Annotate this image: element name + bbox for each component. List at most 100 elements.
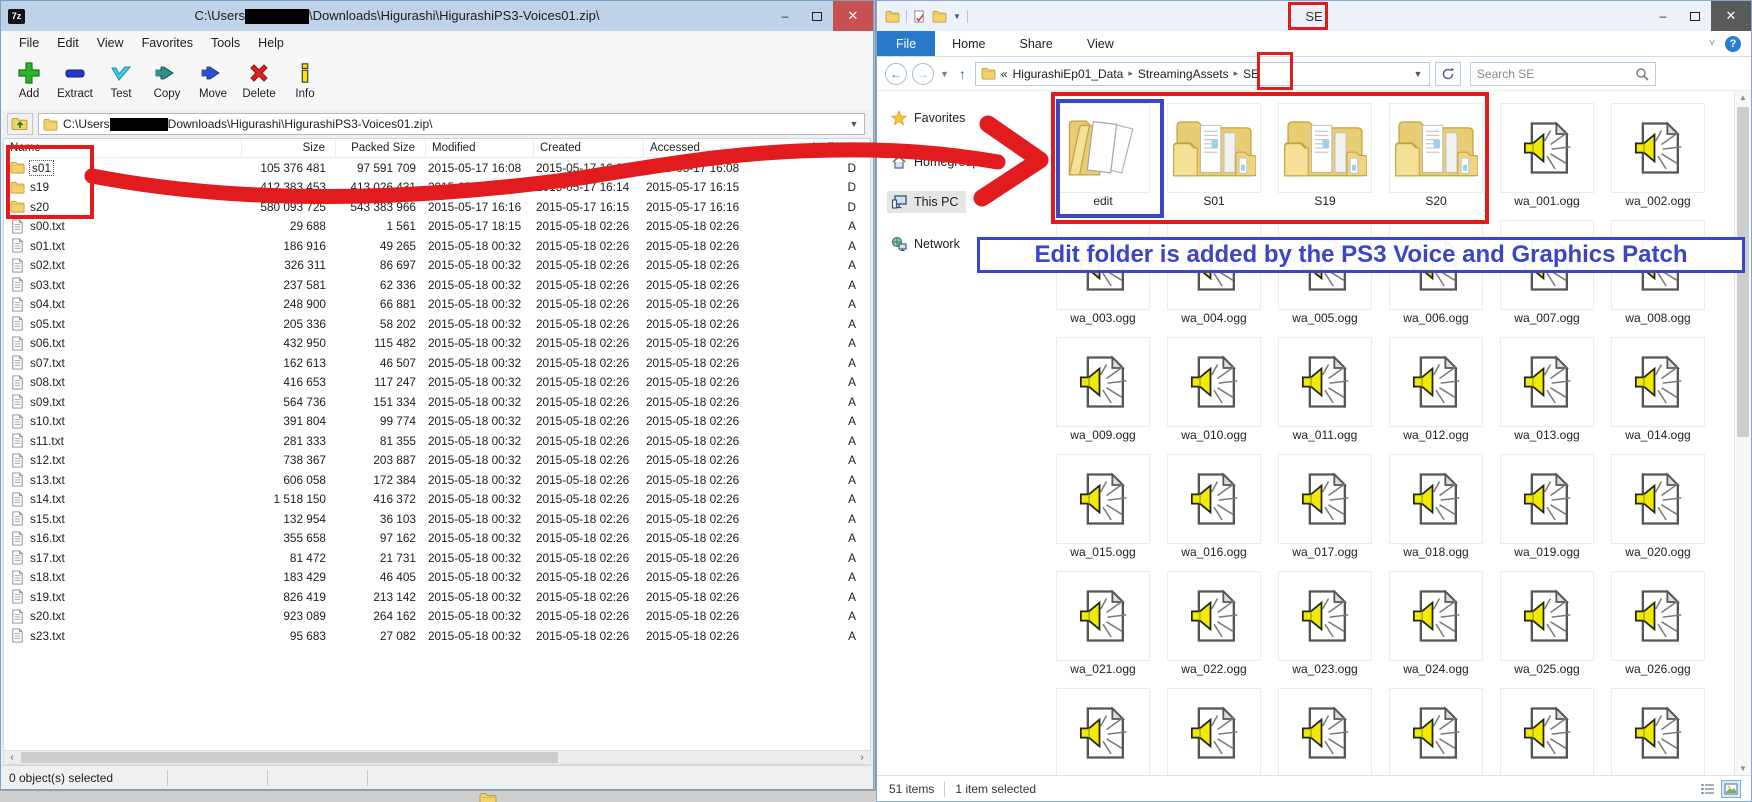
file-tile-wa_001.ogg[interactable]: wa_001.ogg	[1500, 103, 1594, 207]
file-tile-wa_003.ogg[interactable]: wa_003.ogg	[1056, 220, 1150, 324]
table-row[interactable]: s16.txt 355 658 97 162 2015-05-18 00:32 …	[4, 529, 870, 549]
file-tile-wa_015.ogg[interactable]: wa_015.ogg	[1056, 454, 1150, 558]
table-row[interactable]: s18.txt 183 429 46 405 2015-05-18 00:32 …	[4, 568, 870, 588]
file-tile-partial[interactable]	[1389, 688, 1483, 775]
folder-tile-S19[interactable]: S19	[1278, 103, 1372, 207]
table-row[interactable]: s07.txt 162 613 46 507 2015-05-18 00:32 …	[4, 353, 870, 373]
column-header-modified[interactable]: Modified	[426, 139, 534, 157]
column-header-attributes[interactable]: Attributes	[754, 139, 870, 157]
close-button[interactable]: ✕	[1711, 1, 1751, 31]
sidebar-item-homegroup[interactable]: Homegroup	[887, 151, 987, 173]
table-row[interactable]: s02.txt 326 311 86 697 2015-05-18 00:32 …	[4, 256, 870, 276]
table-row[interactable]: s23.txt 95 683 27 082 2015-05-18 00:32 2…	[4, 626, 870, 646]
menu-file[interactable]: File	[11, 33, 47, 53]
table-row[interactable]: s01 105 376 481 97 591 709 2015-05-17 16…	[4, 158, 870, 178]
tab-share[interactable]: Share	[1003, 31, 1070, 56]
file-tile-wa_021.ogg[interactable]: wa_021.ogg	[1056, 571, 1150, 675]
folder-tile-S01[interactable]: S01	[1167, 103, 1261, 207]
file-tile-wa_010.ogg[interactable]: wa_010.ogg	[1167, 337, 1261, 441]
column-header-packed-size[interactable]: Packed Size	[336, 139, 426, 157]
search-input[interactable]	[1477, 67, 1635, 81]
file-tile-wa_022.ogg[interactable]: wa_022.ogg	[1167, 571, 1261, 675]
table-row[interactable]: s19 412 383 453 413 026 431 2015-05-17 1…	[4, 178, 870, 198]
details-view-button[interactable]	[1698, 780, 1718, 798]
properties-icon[interactable]	[913, 10, 926, 23]
file-tile-wa_018.ogg[interactable]: wa_018.ogg	[1389, 454, 1483, 558]
sidebar-item-favorites[interactable]: Favorites	[887, 107, 973, 129]
tab-home[interactable]: Home	[935, 31, 1002, 56]
forward-button[interactable]: →	[912, 63, 934, 85]
scroll-right-icon[interactable]: ›	[854, 751, 870, 764]
chevron-down-icon[interactable]: ▼	[953, 12, 961, 21]
table-row[interactable]: s13.txt 606 058 172 384 2015-05-18 00:32…	[4, 470, 870, 490]
file-tile-wa_012.ogg[interactable]: wa_012.ogg	[1389, 337, 1483, 441]
horizontal-scrollbar[interactable]: ‹ ›	[3, 750, 871, 765]
file-tile-wa_014.ogg[interactable]: wa_014.ogg	[1611, 337, 1705, 441]
menu-help[interactable]: Help	[250, 33, 292, 53]
table-row[interactable]: s04.txt 248 900 66 881 2015-05-18 00:32 …	[4, 295, 870, 315]
chevron-right-icon[interactable]: ▸	[1128, 68, 1133, 79]
file-tile-partial[interactable]	[1167, 688, 1261, 775]
file-tile-wa_016.ogg[interactable]: wa_016.ogg	[1167, 454, 1261, 558]
scroll-down-icon[interactable]: ▼	[1735, 764, 1751, 773]
file-tile-partial[interactable]	[1611, 688, 1705, 775]
menu-tools[interactable]: Tools	[203, 33, 248, 53]
add-button[interactable]: Add	[7, 59, 51, 100]
new-folder-icon[interactable]	[932, 10, 947, 23]
file-tile-wa_019.ogg[interactable]: wa_019.ogg	[1500, 454, 1594, 558]
table-row[interactable]: s01.txt 186 916 49 265 2015-05-18 00:32 …	[4, 236, 870, 256]
info-button[interactable]: Info	[283, 59, 327, 100]
file-tile-wa_005.ogg[interactable]: wa_005.ogg	[1278, 220, 1372, 324]
file-tile-wa_013.ogg[interactable]: wa_013.ogg	[1500, 337, 1594, 441]
column-header-size[interactable]: Size	[242, 139, 336, 157]
up-one-level-button[interactable]	[7, 113, 33, 135]
minimize-button[interactable]: –	[1647, 1, 1679, 31]
back-button[interactable]: ←	[885, 63, 907, 85]
table-row[interactable]: s20 580 093 725 543 383 966 2015-05-17 1…	[4, 197, 870, 217]
file-tile-wa_011.ogg[interactable]: wa_011.ogg	[1278, 337, 1372, 441]
expand-ribbon-icon[interactable]: ˅	[1709, 38, 1715, 49]
help-icon[interactable]: ?	[1725, 36, 1741, 52]
file-tile-wa_024.ogg[interactable]: wa_024.ogg	[1389, 571, 1483, 675]
file-tile-wa_025.ogg[interactable]: wa_025.ogg	[1500, 571, 1594, 675]
file-tile-partial[interactable]	[1500, 688, 1594, 775]
maximize-button[interactable]	[801, 1, 833, 31]
up-button[interactable]: ↑	[955, 66, 970, 82]
column-header-accessed[interactable]: Accessed	[644, 139, 754, 157]
address-bar[interactable]: « HigurashiEp01_Data ▸ StreamingAssets ▸…	[975, 62, 1430, 86]
maximize-button[interactable]	[1679, 1, 1711, 31]
chevron-down-icon[interactable]: ▼	[1410, 69, 1426, 79]
copy-button[interactable]: Copy	[145, 59, 189, 100]
breadcrumb-item[interactable]: HigurashiEp01_Data	[1013, 67, 1124, 81]
menu-favorites[interactable]: Favorites	[134, 33, 201, 53]
minimize-button[interactable]: –	[769, 1, 801, 31]
search-icon[interactable]	[1635, 67, 1649, 81]
delete-button[interactable]: Delete	[237, 59, 281, 100]
table-row[interactable]: s05.txt 205 336 58 202 2015-05-18 00:32 …	[4, 314, 870, 334]
file-tile-wa_023.ogg[interactable]: wa_023.ogg	[1278, 571, 1372, 675]
file-tile-wa_002.ogg[interactable]: wa_002.ogg	[1611, 103, 1705, 207]
move-button[interactable]: Move	[191, 59, 235, 100]
sevenzip-titlebar[interactable]: 7z C:\Users\Downloads\Higurashi\Higurash…	[1, 1, 873, 31]
vertical-scrollbar[interactable]: ▲ ▼	[1734, 91, 1751, 775]
table-row[interactable]: s17.txt 81 472 21 731 2015-05-18 00:32 2…	[4, 548, 870, 568]
file-tile-wa_006.ogg[interactable]: wa_006.ogg	[1389, 220, 1483, 324]
chevron-down-icon[interactable]: ▼	[846, 119, 862, 129]
breadcrumb-item[interactable]: StreamingAssets	[1138, 67, 1229, 81]
tab-view[interactable]: View	[1070, 31, 1131, 56]
file-tile-wa_004.ogg[interactable]: wa_004.ogg	[1167, 220, 1261, 324]
tab-file[interactable]: File	[877, 31, 935, 56]
breadcrumb-root[interactable]: «	[1001, 67, 1008, 81]
file-tile-partial[interactable]	[1056, 688, 1150, 775]
file-tile-wa_009.ogg[interactable]: wa_009.ogg	[1056, 337, 1150, 441]
scroll-left-icon[interactable]: ‹	[4, 751, 20, 764]
table-row[interactable]: s14.txt 1 518 150 416 372 2015-05-18 00:…	[4, 490, 870, 510]
menu-edit[interactable]: Edit	[49, 33, 87, 53]
sidebar-item-this-pc[interactable]: This PC	[887, 191, 966, 213]
test-button[interactable]: Test	[99, 59, 143, 100]
recent-locations-icon[interactable]: ▼	[939, 69, 950, 79]
table-row[interactable]: s00.txt 29 688 1 561 2015-05-17 18:15 20…	[4, 217, 870, 237]
explorer-titlebar[interactable]: ▼ SE – ✕	[877, 1, 1751, 31]
table-row[interactable]: s19.txt 826 419 213 142 2015-05-18 00:32…	[4, 587, 870, 607]
thumbnails-view-button[interactable]	[1721, 780, 1741, 798]
